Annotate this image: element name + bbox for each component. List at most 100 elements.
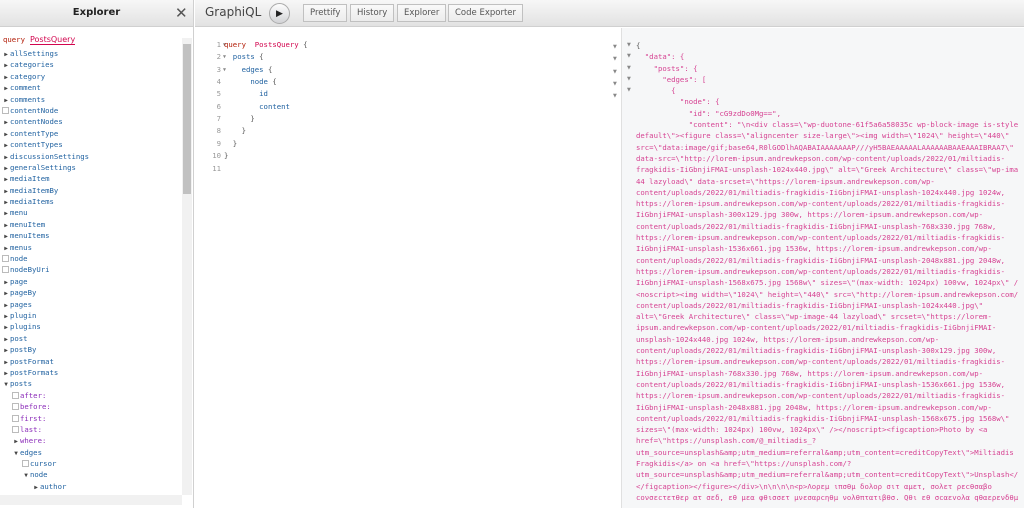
explorer-item[interactable]: ▶ comment [0,82,182,93]
explorer-item[interactable]: ▶ mediaItem [0,173,182,184]
explorer-item[interactable]: ▶ plugin [0,310,182,321]
explorer-item[interactable]: ▶ page [0,276,182,287]
fold-icon[interactable]: ▼ [627,87,631,93]
explorer-item[interactable]: nodeByUri [0,264,182,275]
result-line: utm_source=unsplash&amp;utm_medium=refer… [636,470,1019,480]
checkbox[interactable] [12,425,19,433]
explorer-item[interactable]: contentNode [0,105,182,116]
explorer-item[interactable]: ▶ contentType [0,128,182,139]
explorer-item[interactable]: ▶ allSettings [0,48,182,59]
result-line: IiGbnjiFMAI-unsplash-1536x661.jpg 1536w,… [636,244,992,254]
code-token: edges [241,64,264,74]
explorer-item[interactable]: ▶ generalSettings [0,162,182,173]
caret-right-icon[interactable]: ▶ [32,482,40,493]
result-line: sizes=\"(max-width: 1024px) 100vw, 1024p… [636,425,988,435]
explorer-item[interactable]: ▶ postBy [0,344,182,355]
explorer-item-label: pageBy [10,288,37,298]
explorer-button[interactable]: Explorer [397,4,447,22]
explorer-item[interactable]: ▶ category [0,71,182,82]
explorer-item[interactable]: node [0,253,182,264]
explorer-item[interactable]: first: [0,413,182,424]
explorer-item[interactable]: ▶ post [0,333,182,344]
checkbox[interactable] [12,391,19,399]
explorer-item[interactable]: ▶ author [0,481,182,492]
explorer-tree: query PostsQuery ▶ allSettings ▶ categories ▶… [0,27,182,495]
fold-icon[interactable]: ▼ [613,81,617,87]
checkbox[interactable] [12,414,19,422]
fold-icon[interactable]: ▼ [613,44,617,50]
explorer-item[interactable]: ▶ menuItems [0,230,182,241]
explorer-item[interactable]: ▶ mediaItemBy [0,185,182,196]
explorer-item[interactable]: ▶ menuItem [0,219,182,230]
explorer-item[interactable]: ▶ pages [0,299,182,310]
fold-icon[interactable]: ▼ [627,53,631,59]
result-line: https://lorem-ipsum.andrewkepson.com/wp-… [636,391,1006,401]
line-number: 7 [216,114,221,124]
code-exporter-button[interactable]: Code Exporter [448,4,524,22]
scrollbar-thumb[interactable] [183,44,191,194]
prettify-button[interactable]: Prettify [303,4,348,22]
explorer-title: Explorer [72,7,121,18]
fold-icon[interactable]: ▼ [613,93,617,99]
checkbox[interactable] [2,266,9,274]
fold-icon[interactable]: ▼ [627,76,631,82]
result-line: utm_source=unsplash&amp;utm_medium=refer… [636,447,1014,457]
explorer-item[interactable]: ▶ pageBy [0,287,182,298]
explorer-item[interactable]: ▶ mediaItems [0,196,182,207]
checkbox[interactable] [2,106,9,114]
code-token: } [224,138,238,148]
checkbox[interactable] [12,403,19,411]
explorer-item[interactable]: cursor [0,458,182,469]
explorer-horizontal-scrollbar[interactable] [0,495,182,505]
explorer-item[interactable]: ▶ contentNodes [0,116,182,127]
explorer-item-label: postFormats [10,367,59,377]
result-line: "posts": { [636,63,698,73]
explorer-item-label: cursor [30,459,57,469]
explorer-item[interactable]: ▼ node [0,469,182,480]
checkbox[interactable] [22,460,29,468]
fold-icon[interactable]: ▼ [613,56,617,62]
code-token: node [250,77,268,87]
fold-icon[interactable]: ▼ [613,69,617,75]
fold-icon[interactable]: ▼ [627,65,631,71]
explorer-item[interactable]: before: [0,401,182,412]
explorer-item[interactable]: ▶ menus [0,242,182,253]
explorer-item[interactable]: after: [0,390,182,401]
line-number: 10 [212,151,221,161]
explorer-item[interactable]: ▶ menu [0,207,182,218]
code-line: posts { [224,52,264,61]
explorer-vertical-scrollbar[interactable] [182,38,192,495]
explorer-item[interactable]: ▼ posts [0,378,182,389]
code-token: } [224,151,229,161]
fold-icon[interactable]: ▼ [627,42,631,48]
code-line: } [224,151,228,160]
checkbox[interactable] [2,255,9,263]
explorer-item-label: last: [20,424,42,434]
explorer-item-label: menuItems [10,231,50,241]
result-line: "id": "cG9zdDo0Mg==", [636,108,781,118]
code-line: id [224,89,268,98]
explorer-item[interactable]: ▶ categories [0,59,182,70]
query-editor[interactable]: 1 ▼ query PostsQuery {2 ▼ posts {3 ▼ edges {… [197,28,622,508]
explorer-item-label: discussionSettings [10,151,90,161]
explorer-item[interactable]: ▶ postFormats [0,367,182,378]
explorer-header: Explorer ✕ [0,0,193,27]
explorer-item[interactable]: ▶ discussionSettings [0,151,182,162]
explorer-item[interactable]: ▶ plugins [0,321,182,332]
explorer-item[interactable]: ▶ comments [0,94,182,105]
explorer-item[interactable]: ▶ postFormat [0,356,182,367]
explorer-item[interactable]: ▼ edges [0,447,182,458]
code-token: content [259,101,290,111]
close-icon[interactable]: ✕ [175,4,188,22]
explorer-item-label: categories [10,60,54,70]
explorer-item-label: contentNode [10,105,59,115]
result-json: { "data": { "posts": { "edges": [ { "nod… [636,40,1018,503]
history-button[interactable]: History [350,4,395,22]
explorer-item[interactable]: ▶ where: [0,435,182,446]
operation-name-input[interactable]: PostsQuery [29,35,76,45]
explorer-item[interactable]: ▶ contentTypes [0,139,182,150]
code-line: edges { [224,64,273,74]
execute-query-button[interactable]: ▶ [269,3,290,24]
explorer-item[interactable]: last: [0,424,182,435]
